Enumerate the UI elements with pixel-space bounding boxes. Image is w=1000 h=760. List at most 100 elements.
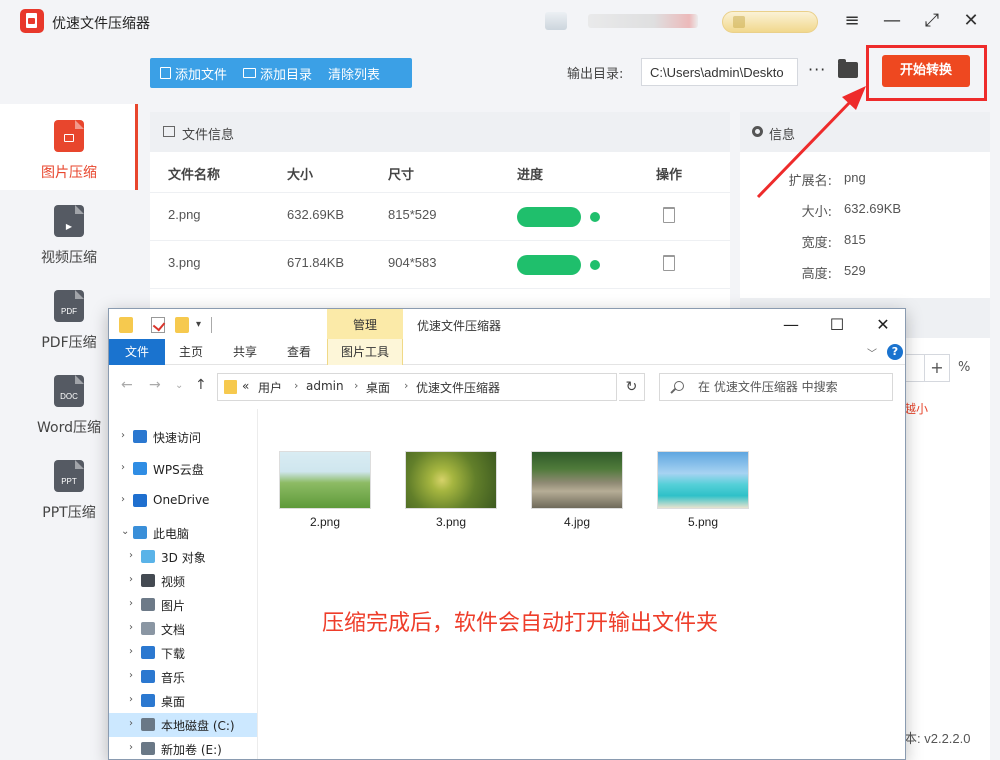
expand-ribbon-icon[interactable]: ﹀ xyxy=(867,345,877,360)
add-file-label: 添加文件 xyxy=(175,67,228,83)
chevron-right-icon[interactable]: › xyxy=(129,622,133,633)
chevron-right-icon[interactable]: › xyxy=(121,430,125,441)
tree-item[interactable]: › OneDrive xyxy=(109,489,257,513)
tree-item[interactable]: › 文档 xyxy=(109,617,257,641)
output-dir-field[interactable]: C:\Users\admin\Deskto xyxy=(641,58,798,86)
tree-item[interactable]: › 3D 对象 xyxy=(109,545,257,569)
close-icon[interactable]: ✕ xyxy=(959,10,983,32)
tree-item[interactable]: › 本地磁盘 (C:) xyxy=(109,713,257,737)
doc-file-icon: DOC xyxy=(54,375,84,407)
tab-view[interactable]: 查看 xyxy=(279,339,319,365)
chevron-right-icon[interactable]: › xyxy=(294,379,298,392)
done-check-icon xyxy=(590,212,600,222)
tree-item[interactable]: › 新加卷 (E:) xyxy=(109,737,257,759)
file-item-label[interactable]: 5.png xyxy=(657,515,749,529)
minimize-icon[interactable]: — xyxy=(880,10,904,32)
breadcrumb-item[interactable]: 用户 xyxy=(258,379,282,396)
user-avatar[interactable] xyxy=(545,12,567,30)
file-item-label[interactable]: 3.png xyxy=(405,515,497,529)
breadcrumb-item[interactable]: admin xyxy=(306,379,344,393)
clear-list-button[interactable]: 清除列表 xyxy=(328,64,672,83)
chevron-down-icon[interactable]: ⌄ xyxy=(121,526,129,537)
progress-bar xyxy=(517,255,581,275)
file-item-label[interactable]: 2.png xyxy=(279,515,371,529)
nav-label: 视频压缩 xyxy=(41,250,97,266)
chevron-right-icon[interactable]: › xyxy=(121,462,125,473)
chevron-right-icon[interactable]: › xyxy=(129,718,133,729)
add-folder-button[interactable]: 添加目录 xyxy=(243,64,312,83)
explorer-minimize-icon[interactable]: — xyxy=(779,315,803,335)
tab-picture-tools[interactable]: 图片工具 xyxy=(327,339,403,365)
manage-tab[interactable]: 管理 xyxy=(327,309,403,339)
address-prefix[interactable]: « xyxy=(242,379,249,393)
tree-label: 3D 对象 xyxy=(161,551,206,565)
info-row: 宽度: 815 xyxy=(740,232,990,252)
chevron-right-icon[interactable]: › xyxy=(129,694,133,705)
river-thumbnail[interactable] xyxy=(531,451,623,509)
breadcrumb-item[interactable]: 优速文件压缩器 xyxy=(416,379,500,396)
quality-increase-button[interactable]: + xyxy=(924,354,950,382)
app-logo-icon xyxy=(20,9,44,33)
search-box[interactable] xyxy=(659,373,893,401)
table-row[interactable]: 3.png 671.84KB 904*583 xyxy=(150,240,730,288)
nav-item-0[interactable]: 图片压缩 xyxy=(0,104,138,190)
folder-icon xyxy=(224,380,237,394)
explorer-maximize-icon[interactable]: ☐ xyxy=(825,315,849,335)
clear-list-label: 清除列表 xyxy=(328,67,381,83)
search-input[interactable] xyxy=(698,378,888,396)
back-arrow-icon[interactable]: ← xyxy=(121,377,133,393)
vip-badge[interactable] xyxy=(722,11,818,33)
recent-locations-icon[interactable]: ⌄ xyxy=(175,380,183,391)
help-icon[interactable]: ? xyxy=(887,344,903,360)
chevron-right-icon[interactable]: › xyxy=(129,550,133,561)
tree-item[interactable]: › 视频 xyxy=(109,569,257,593)
chevron-right-icon[interactable]: › xyxy=(129,646,133,657)
tree-item[interactable]: › 图片 xyxy=(109,593,257,617)
nav-item-1[interactable]: ▶ 视频压缩 xyxy=(0,189,138,275)
maximize-icon[interactable]: ⤢ xyxy=(920,10,944,32)
chevron-right-icon[interactable]: › xyxy=(354,379,358,392)
new-folder-icon[interactable] xyxy=(175,317,189,333)
account-info[interactable] xyxy=(588,14,698,28)
explorer-close-icon[interactable]: ✕ xyxy=(871,315,895,335)
flowers-thumbnail[interactable] xyxy=(405,451,497,509)
tree-item[interactable]: › 下载 xyxy=(109,641,257,665)
up-arrow-icon[interactable]: ↑ xyxy=(195,377,207,393)
pane-divider[interactable] xyxy=(257,409,258,759)
delete-icon[interactable] xyxy=(663,255,675,271)
refresh-icon[interactable]: ↻ xyxy=(619,373,645,401)
open-folder-icon[interactable] xyxy=(838,59,858,78)
quick-access-folder-icon[interactable] xyxy=(119,317,133,333)
chevron-right-icon[interactable]: › xyxy=(129,670,133,681)
tree-item[interactable]: › WPS云盘 xyxy=(109,457,257,481)
tree-item[interactable]: › 音乐 xyxy=(109,665,257,689)
tab-share[interactable]: 共享 xyxy=(225,339,265,365)
chevron-right-icon[interactable]: › xyxy=(129,574,133,585)
table-row[interactable]: 2.png 632.69KB 815*529 xyxy=(150,192,730,240)
beach-thumbnail[interactable] xyxy=(657,451,749,509)
info-value: 529 xyxy=(844,263,866,278)
more-options-icon[interactable]: ··· xyxy=(808,60,826,79)
address-bar[interactable]: « ⌄ 用户›admin›桌面›优速文件压缩器 xyxy=(217,373,713,401)
menu-icon[interactable]: ≡ xyxy=(840,10,864,32)
quality-input[interactable] xyxy=(904,354,924,382)
properties-icon[interactable] xyxy=(151,317,165,333)
customize-toolbar-icon[interactable]: ▾ xyxy=(196,319,201,330)
chevron-right-icon[interactable]: › xyxy=(129,742,133,753)
chevron-right-icon[interactable]: › xyxy=(121,494,125,505)
tab-home[interactable]: 主页 xyxy=(171,339,211,365)
file-size: 632.69KB xyxy=(287,207,345,222)
file-item-label[interactable]: 4.jpg xyxy=(531,515,623,529)
forward-arrow-icon[interactable]: → xyxy=(149,377,161,393)
chevron-right-icon[interactable]: › xyxy=(129,598,133,609)
tree-item[interactable]: › 快速访问 xyxy=(109,425,257,449)
tree-item[interactable]: › 桌面 xyxy=(109,689,257,713)
tree-item[interactable]: ⌄ 此电脑 xyxy=(109,521,257,545)
tab-file[interactable]: 文件 xyxy=(109,339,165,365)
landscape-thumbnail[interactable] xyxy=(279,451,371,509)
breadcrumb-item[interactable]: 桌面 xyxy=(366,379,390,396)
add-file-button[interactable]: 添加文件 xyxy=(160,64,227,83)
chevron-right-icon[interactable]: › xyxy=(404,379,408,392)
onedrive-icon xyxy=(133,494,147,507)
delete-icon[interactable] xyxy=(663,207,675,223)
